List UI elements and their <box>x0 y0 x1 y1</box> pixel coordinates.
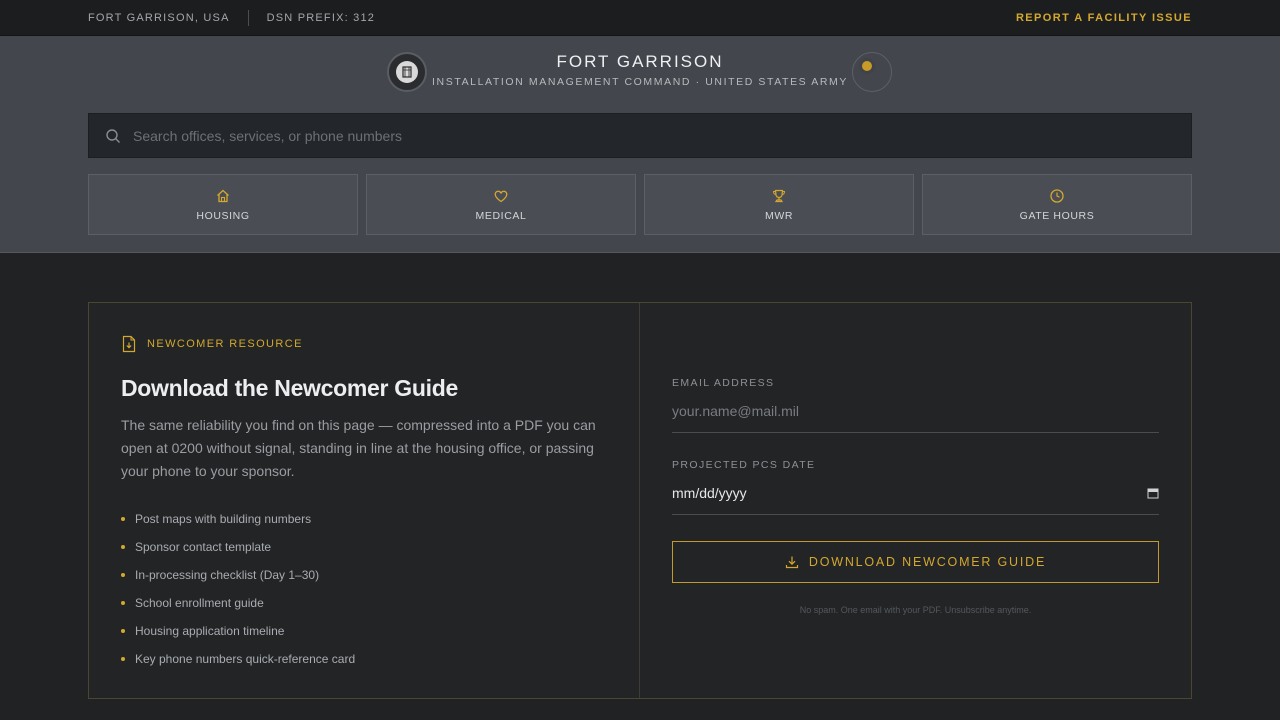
quick-links: HOUSING MEDICAL MWR GATE HOURS <box>88 174 1192 235</box>
pcs-date-field[interactable]: mm/dd/yyyy <box>672 471 1159 515</box>
site-subtitle: INSTALLATION MANAGEMENT COMMAND · UNITED… <box>432 76 848 88</box>
guide-form: EMAIL ADDRESS PROJECTED PCS DATE mm/dd/y… <box>640 303 1191 698</box>
search-icon <box>106 128 120 143</box>
guide-contents-list: Post maps with building numbers Sponsor … <box>121 505 607 673</box>
quicklink-gate-hours[interactable]: GATE HOURS <box>922 174 1192 235</box>
list-item: Sponsor contact template <box>121 533 607 561</box>
list-item: In-processing checklist (Day 1–30) <box>121 561 607 589</box>
trophy-icon <box>772 189 786 202</box>
calendar-icon[interactable] <box>1147 487 1159 499</box>
pcs-date-label: PROJECTED PCS DATE <box>672 459 816 471</box>
utility-bar: FORT GARRISON, USA DSN PREFIX: 312 REPOR… <box>0 0 1280 36</box>
eyebrow: NEWCOMER RESOURCE <box>121 335 607 353</box>
email-label: EMAIL ADDRESS <box>672 377 775 389</box>
guide-description: The same reliability you find on this pa… <box>121 417 596 479</box>
site-header: FORT GARRISON INSTALLATION MANAGEMENT CO… <box>0 36 1280 253</box>
search-input[interactable] <box>133 127 1033 144</box>
site-title: FORT GARRISON <box>556 52 724 71</box>
report-facility-issue-link[interactable]: REPORT A FACILITY ISSUE <box>1016 12 1192 24</box>
quicklink-medical[interactable]: MEDICAL <box>366 174 636 235</box>
quicklink-mwr[interactable]: MWR <box>644 174 914 235</box>
quicklink-label: MWR <box>764 209 794 222</box>
guide-title: Download the Newcomer Guide <box>121 375 458 401</box>
divider <box>247 9 249 26</box>
search-bar <box>88 113 1192 158</box>
guide-info: NEWCOMER RESOURCE Download the Newcomer … <box>89 303 640 698</box>
download-guide-button[interactable]: DOWNLOAD NEWCOMER GUIDE <box>672 541 1159 583</box>
brand: FORT GARRISON INSTALLATION MANAGEMENT CO… <box>0 52 1280 92</box>
home-icon <box>217 189 229 202</box>
list-item: Housing application timeline <box>121 617 607 645</box>
location-label: FORT GARRISON, USA <box>88 11 230 24</box>
quicklink-label: HOUSING <box>196 209 250 222</box>
quicklink-housing[interactable]: HOUSING <box>88 174 358 235</box>
quicklink-label: MEDICAL <box>475 209 527 222</box>
eyebrow-label: NEWCOMER RESOURCE <box>147 338 303 350</box>
installation-seal-icon <box>387 52 427 92</box>
fine-print: No spam. One email with your PDF. Unsubs… <box>799 605 1032 615</box>
list-item: Post maps with building numbers <box>121 505 607 533</box>
clock-icon <box>1050 188 1064 203</box>
download-button-label: DOWNLOAD NEWCOMER GUIDE <box>808 555 1047 569</box>
utility-info: FORT GARRISON, USA DSN PREFIX: 312 <box>88 9 376 26</box>
download-icon <box>785 556 798 569</box>
pcs-date-value: mm/dd/yyyy <box>672 484 747 501</box>
quicklink-label: GATE HOURS <box>1019 209 1095 222</box>
heart-icon <box>494 190 508 202</box>
list-item: Key phone numbers quick-reference card <box>121 645 607 673</box>
newcomer-guide-card: NEWCOMER RESOURCE Download the Newcomer … <box>88 302 1192 699</box>
status-indicator-icon <box>852 52 892 92</box>
list-item: School enrollment guide <box>121 589 607 617</box>
email-field[interactable] <box>672 402 1092 419</box>
dsn-prefix: DSN PREFIX: 312 <box>266 11 376 24</box>
file-download-icon <box>122 335 136 353</box>
email-field-wrapper <box>672 389 1159 433</box>
